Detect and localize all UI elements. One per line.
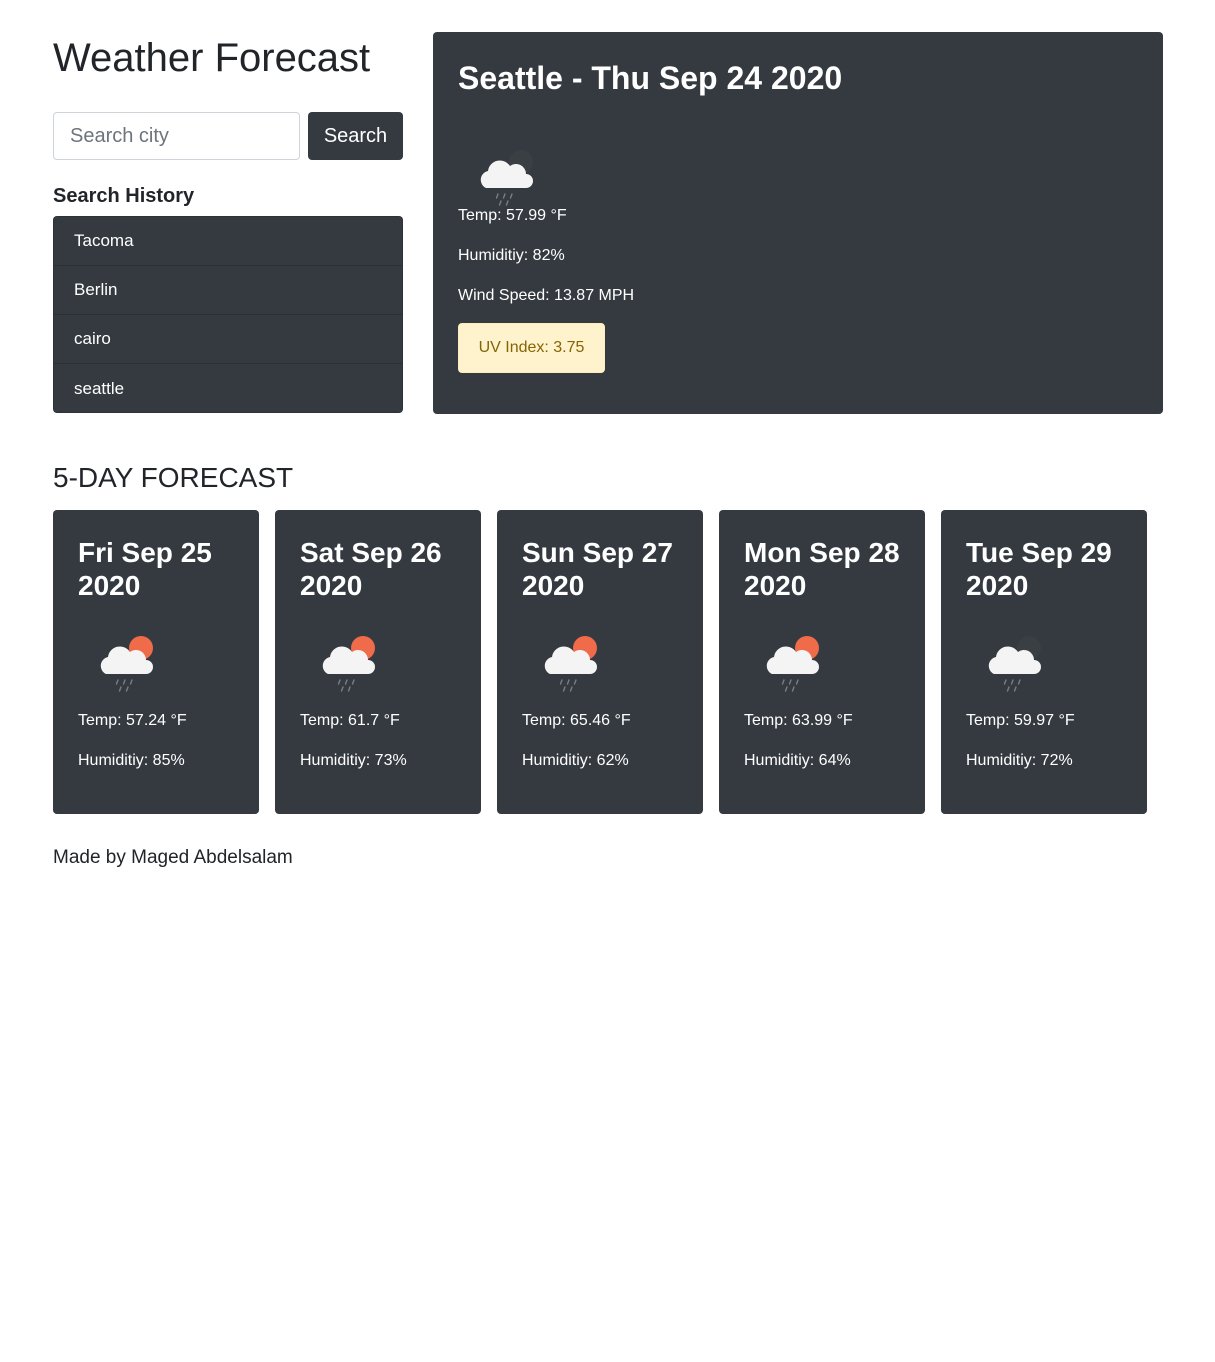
forecast-date: Fri Sep 25 2020 (78, 537, 212, 601)
footer-credit: Made by Maged Abdelsalam (53, 847, 293, 868)
history-item-cairo[interactable]: cairo (54, 315, 402, 364)
forecast-humidity: Humiditiy: 64% (744, 752, 851, 769)
current-weather-card: Seattle - Thu Sep 24 2020 Temp: 57.99 °F… (433, 32, 1163, 414)
forecast-card: Mon Sep 28 2020 Temp: 63.99 °F Humiditiy… (719, 510, 925, 814)
forecast-humidity: Humiditiy: 73% (300, 752, 407, 769)
history-item-tacoma[interactable]: Tacoma (54, 217, 402, 266)
forecast-temp: Temp: 63.99 °F (744, 712, 853, 729)
forecast-card: Fri Sep 25 2020 Temp: 57.24 °F Humiditiy… (53, 510, 259, 814)
forecast-humidity: Humiditiy: 72% (966, 752, 1073, 769)
search-history-heading: Search History (53, 185, 195, 207)
forecast-card: Tue Sep 29 2020 Temp: 59.97 °F Humiditiy… (941, 510, 1147, 814)
uv-index-badge: UV Index: 3.75 (458, 323, 605, 373)
forecast-date: Tue Sep 29 2020 (966, 537, 1112, 601)
search-button[interactable]: Search (308, 112, 403, 160)
search-input[interactable] (53, 112, 300, 160)
forecast-temp: Temp: 61.7 °F (300, 712, 400, 729)
forecast-heading: 5-DAY FORECAST (53, 462, 294, 493)
rain-cloud-sun-icon (100, 636, 153, 692)
forecast-card: Sun Sep 27 2020 Temp: 65.46 °F Humiditiy… (497, 510, 703, 814)
page-title: Weather Forecast (53, 36, 371, 80)
current-wind-speed: Wind Speed: 13.87 MPH (458, 287, 635, 304)
forecast-date: Mon Sep 28 2020 (744, 537, 900, 601)
forecast-card: Sat Sep 26 2020 Temp: 61.7 °F Humiditiy:… (275, 510, 481, 814)
rain-cloud-night-icon (988, 636, 1041, 692)
history-item-berlin[interactable]: Berlin (54, 266, 402, 315)
forecast-date: Sun Sep 27 2020 (522, 537, 673, 601)
rain-cloud-sun-icon (544, 636, 597, 692)
forecast-humidity: Humiditiy: 62% (522, 752, 629, 769)
rain-cloud-sun-icon (322, 636, 375, 692)
forecast-temp: Temp: 65.46 °F (522, 712, 631, 729)
forecast-row: Fri Sep 25 2020 Temp: 57.24 °F Humiditiy… (53, 510, 1147, 814)
current-humidity: Humiditiy: 82% (458, 247, 565, 264)
forecast-date: Sat Sep 26 2020 (300, 537, 442, 601)
current-temp: Temp: 57.99 °F (458, 207, 567, 224)
forecast-humidity: Humiditiy: 85% (78, 752, 185, 769)
forecast-temp: Temp: 57.24 °F (78, 712, 187, 729)
rain-cloud-sun-icon (766, 636, 819, 692)
history-item-seattle[interactable]: seattle (54, 364, 402, 412)
forecast-temp: Temp: 59.97 °F (966, 712, 1075, 729)
search-history-list: Tacoma Berlin cairo seattle (53, 216, 403, 413)
current-weather-title: Seattle - Thu Sep 24 2020 (458, 60, 843, 96)
